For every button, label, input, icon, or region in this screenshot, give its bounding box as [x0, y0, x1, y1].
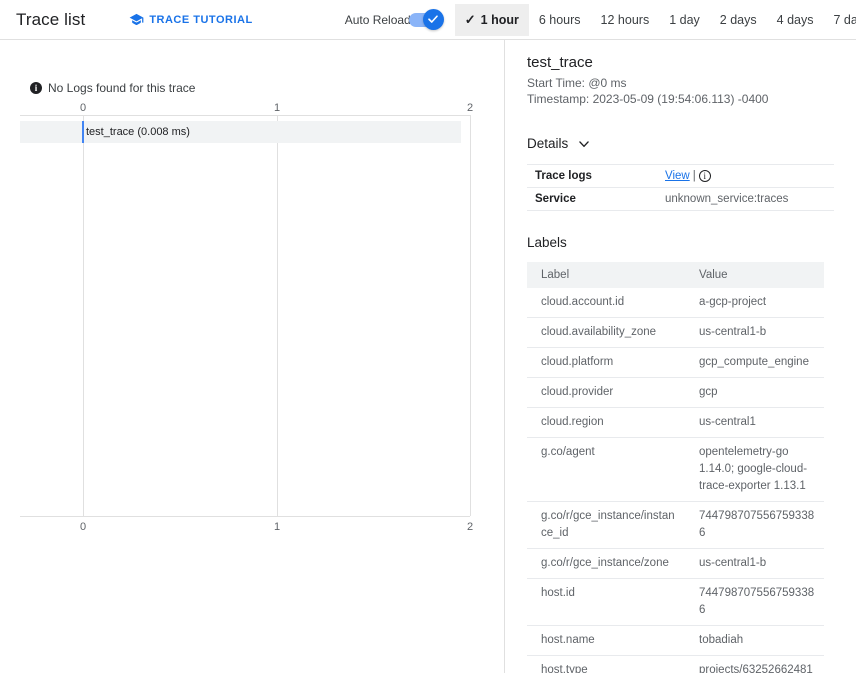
details-table: Trace logs View | i Service unknown_serv… — [527, 164, 834, 211]
time-range-12-hours[interactable]: 12 hours — [591, 4, 660, 36]
label-value: us-central1-b — [685, 548, 824, 579]
label-value: us-central1-b — [685, 317, 824, 348]
time-range-label: 12 hours — [600, 12, 650, 27]
top-tick-label: 2 — [466, 102, 474, 114]
label-key: cloud.platform — [527, 347, 685, 378]
auto-reload-control[interactable]: Auto Reload — [344, 8, 444, 30]
table-row: cloud.availability_zone us-central1-b — [527, 317, 824, 348]
time-range-2-days[interactable]: 2 days — [710, 4, 767, 36]
label-key: cloud.provider — [527, 377, 685, 408]
label-value: gcp_compute_engine — [685, 347, 824, 378]
top-tick-label: 0 — [79, 102, 87, 114]
time-range-label: 2 days — [719, 12, 757, 27]
detail-value: View | i — [657, 164, 834, 188]
auto-reload-label: Auto Reload — [344, 12, 411, 27]
check-icon: ✓ — [464, 12, 476, 27]
label-key: cloud.account.id — [527, 288, 685, 318]
chart-gridline — [277, 115, 278, 516]
label-value: 7447987075567593386 — [685, 578, 824, 626]
time-range-1-hour[interactable]: ✓ 1 hour — [454, 3, 529, 36]
table-row: host.id 7447987075567593386 — [527, 578, 824, 626]
table-row: Trace logs View | i — [527, 164, 834, 188]
toggle-knob — [422, 8, 444, 30]
labels-table: Label Value cloud.account.id a-gcp-projec… — [527, 262, 824, 673]
top-tick-label: 1 — [273, 102, 281, 114]
table-row: cloud.account.id a-gcp-project — [527, 288, 824, 318]
info-outline-icon[interactable]: i — [698, 170, 711, 182]
details-collapse-toggle[interactable]: Details — [527, 136, 591, 151]
detail-value: unknown_service:traces — [657, 187, 834, 211]
label-key: cloud.region — [527, 407, 685, 438]
time-range-label: 6 hours — [538, 12, 581, 27]
table-row: cloud.platform gcp_compute_engine — [527, 347, 824, 378]
label-value: a-gcp-project — [685, 288, 824, 318]
chart-gridline — [83, 115, 84, 516]
trace-span-row[interactable]: test_trace (0.008 ms) — [20, 121, 461, 143]
trace-detail-title: test_trace — [527, 54, 593, 71]
trace-timestamp: Timestamp: 2023-05-09 (19:54:06.113) -04… — [527, 92, 769, 106]
chart-gridline — [470, 115, 471, 516]
detail-key: Trace logs — [527, 164, 657, 188]
table-row: g.co/r/gce_instance/zone us-central1-b — [527, 548, 824, 579]
auto-reload-toggle[interactable] — [408, 8, 444, 30]
label-key: g.co/r/gce_instance/zone — [527, 548, 685, 579]
detail-key: Service — [527, 187, 657, 211]
label-value: projects/632526624816/machineTypes/e2-sm… — [685, 655, 824, 673]
span-start-marker — [82, 121, 84, 143]
table-row: g.co/r/gce_instance/instance_id 744798707… — [527, 501, 824, 549]
column-header-value: Value — [685, 262, 824, 288]
time-range-label: 4 days — [776, 12, 814, 27]
bottom-tick-label: 1 — [273, 521, 281, 533]
label-value: tobadiah — [685, 625, 824, 656]
time-range-4-days[interactable]: 4 days — [767, 4, 824, 36]
label-value: opentelemetry-go 1.14.0; google-cloud-tr… — [685, 437, 824, 502]
bottom-tick-label: 2 — [466, 521, 474, 533]
chart-bottom-axis — [20, 516, 470, 517]
trace-details-pane: test_trace Start Time: @0 ms Timestamp: … — [505, 40, 856, 673]
label-value: 7447987075567593386 — [685, 501, 824, 549]
table-row: host.typeprojects/632526624816/machineTy… — [527, 655, 824, 673]
separator-pipe: | — [692, 170, 696, 182]
labels-header-row: Label Value — [527, 262, 824, 288]
chart-top-axis — [20, 115, 470, 116]
trace-waterfall-chart: 0 1 2 test_trace (0.008 ms) 0 1 2 — [0, 40, 505, 673]
time-range-label: 1 day — [669, 12, 700, 27]
bottom-tick-label: 0 — [79, 521, 87, 533]
table-row: host.name tobadiah — [527, 625, 824, 656]
label-value: us-central1 — [685, 407, 824, 438]
column-header-label: Label — [527, 262, 685, 288]
label-key: cloud.availability_zone — [527, 317, 685, 348]
table-row: g.co/agent opentelemetry-go 1.14.0; googl… — [527, 437, 824, 502]
table-row: cloud.region us-central1 — [527, 407, 824, 438]
trace-start-time: Start Time: @0 ms — [527, 76, 627, 90]
trace-tutorial-link[interactable]: TRACE TUTORIAL — [129, 12, 252, 27]
table-row: cloud.provider gcp — [527, 377, 824, 408]
chevron-down-icon — [577, 137, 591, 151]
page-title: Trace list — [16, 9, 86, 29]
app-header: Trace list TRACE TUTORIAL Auto Reload ✓ 1… — [0, 0, 856, 40]
time-range-label: 1 hour — [480, 12, 519, 27]
time-range-1-day[interactable]: 1 day — [659, 4, 710, 36]
waterfall-pane: i No Logs found for this trace 0 1 2 tes… — [0, 40, 505, 673]
label-key: g.co/agent — [527, 437, 685, 502]
time-range-7-days[interactable]: 7 days — [823, 4, 856, 36]
table-row: Service unknown_service:traces — [527, 187, 834, 211]
time-range-label: 7 days — [833, 12, 856, 27]
school-icon — [129, 12, 144, 27]
label-key: host.type — [527, 655, 685, 673]
trace-tutorial-label: TRACE TUTORIAL — [149, 13, 253, 26]
label-key: host.name — [527, 625, 685, 656]
label-key: host.id — [527, 578, 685, 626]
span-label: test_trace (0.008 ms) — [86, 126, 190, 138]
time-range-selector[interactable]: ✓ 1 hour 6 hours 12 hours 1 day 2 days 4 days 7… — [454, 3, 856, 36]
label-key: g.co/r/gce_instance/instance_id — [527, 501, 685, 549]
label-value: gcp — [685, 377, 824, 408]
time-range-6-hours[interactable]: 6 hours — [529, 4, 591, 36]
details-label: Details — [527, 136, 569, 151]
trace-logs-view-link[interactable]: View — [665, 170, 690, 182]
labels-section-title: Labels — [527, 235, 567, 250]
